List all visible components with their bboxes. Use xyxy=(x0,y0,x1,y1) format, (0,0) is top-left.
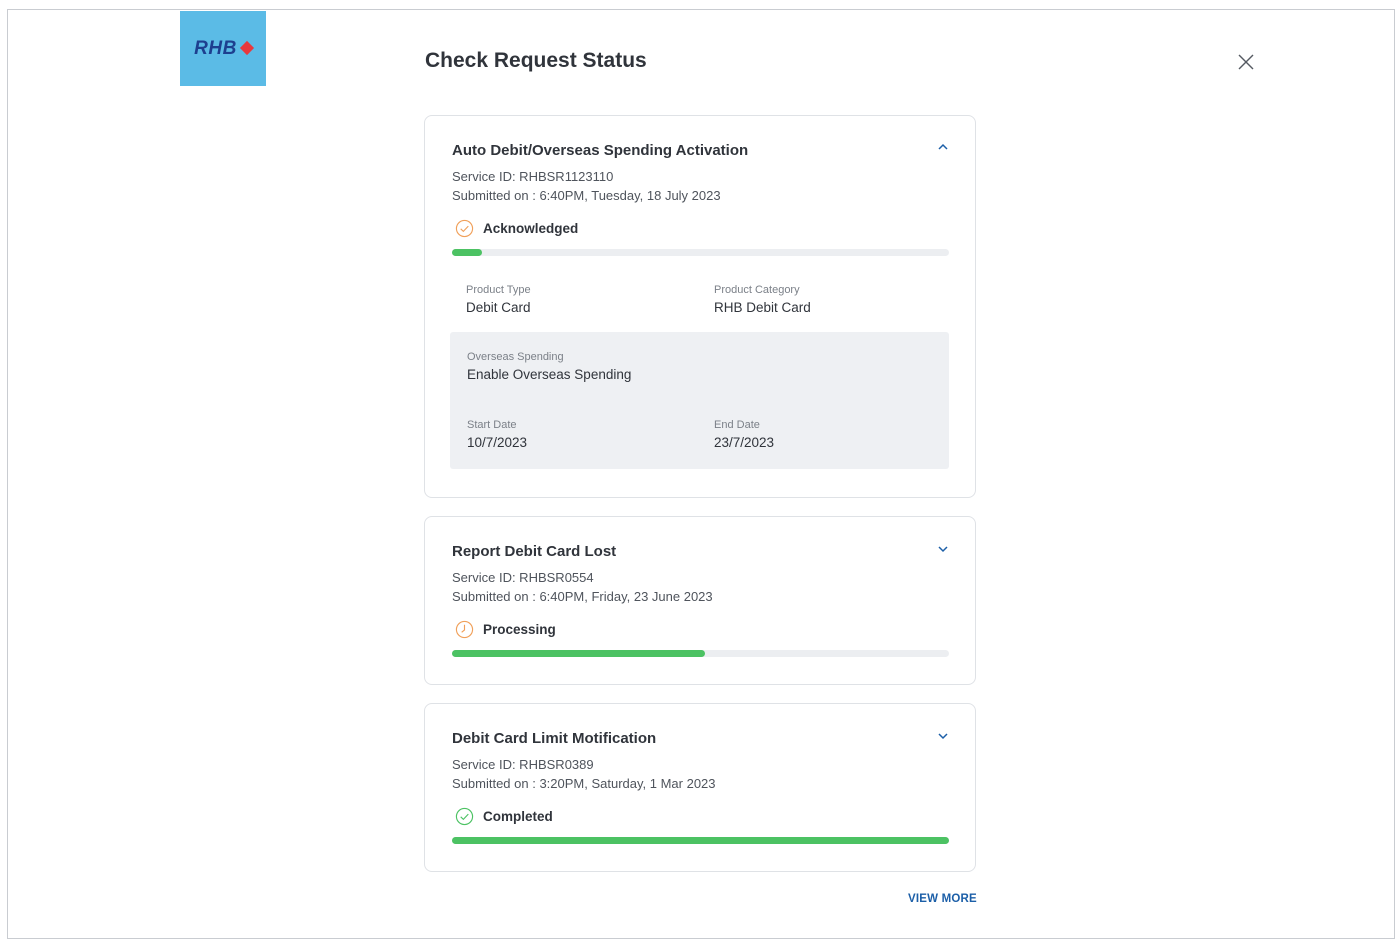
overseas-spending-value: Enable Overseas Spending xyxy=(467,367,632,382)
check-circle-icon xyxy=(455,807,474,826)
end-date-value: 23/7/2023 xyxy=(714,435,775,450)
status-label: Completed xyxy=(483,809,553,824)
close-button[interactable] xyxy=(1236,52,1256,72)
overseas-spending-label: Overseas Spending xyxy=(467,351,564,363)
end-date-label: End Date xyxy=(714,419,760,431)
product-type-value: Debit Card xyxy=(466,300,531,315)
product-category-label: Product Category xyxy=(714,284,800,296)
request-card-card-lost[interactable]: Report Debit Card Lost Service ID: RHBSR… xyxy=(424,516,976,685)
progress-track xyxy=(452,249,949,256)
clock-icon xyxy=(455,620,474,639)
logo-text: RHB xyxy=(194,37,237,59)
detail-box: Overseas Spending Enable Overseas Spendi… xyxy=(450,332,949,469)
page-title: Check Request Status xyxy=(425,49,647,72)
status-label: Acknowledged xyxy=(483,221,579,236)
service-id: Service ID: RHBSR0554 xyxy=(452,570,594,585)
chevron-up-icon[interactable] xyxy=(937,143,949,151)
request-card-limit-modification[interactable]: Debit Card Limit Motification Service ID… xyxy=(424,703,976,872)
submitted-date: Submitted on : 6:40PM, Friday, 23 June 2… xyxy=(452,589,713,604)
request-title: Report Debit Card Lost xyxy=(452,543,617,560)
service-id: Service ID: RHBSR1123110 xyxy=(452,169,614,184)
product-category-value: RHB Debit Card xyxy=(714,300,811,315)
start-date-label: Start Date xyxy=(467,419,517,431)
check-circle-icon xyxy=(455,219,474,238)
status-label: Processing xyxy=(483,622,556,637)
status-row: Acknowledged xyxy=(455,219,578,238)
close-icon xyxy=(1238,54,1254,70)
start-date-value: 10/7/2023 xyxy=(467,435,528,450)
progress-fill xyxy=(452,249,482,256)
chevron-down-icon[interactable] xyxy=(937,732,949,740)
submitted-date: Submitted on : 3:20PM, Saturday, 1 Mar 2… xyxy=(452,776,716,791)
request-title: Debit Card Limit Motification xyxy=(452,730,657,747)
rhb-logo: RHB xyxy=(180,11,266,86)
progress-fill xyxy=(452,650,706,657)
status-row: Processing xyxy=(455,620,556,639)
product-type-label: Product Type xyxy=(466,284,531,296)
submitted-date: Submitted on : 6:40PM, Tuesday, 18 July … xyxy=(452,188,721,203)
progress-track xyxy=(452,837,949,844)
chevron-down-icon[interactable] xyxy=(937,545,949,553)
status-row: Completed xyxy=(455,807,553,826)
request-card-auto-debit: Auto Debit/Overseas Spending Activation … xyxy=(424,115,976,498)
service-id: Service ID: RHBSR0389 xyxy=(452,757,594,772)
logo-diamond-icon xyxy=(239,40,254,56)
view-more-link[interactable]: VIEW MORE xyxy=(908,893,977,905)
progress-fill xyxy=(452,837,949,844)
progress-track xyxy=(452,650,949,657)
request-title: Auto Debit/Overseas Spending Activation xyxy=(452,142,749,159)
